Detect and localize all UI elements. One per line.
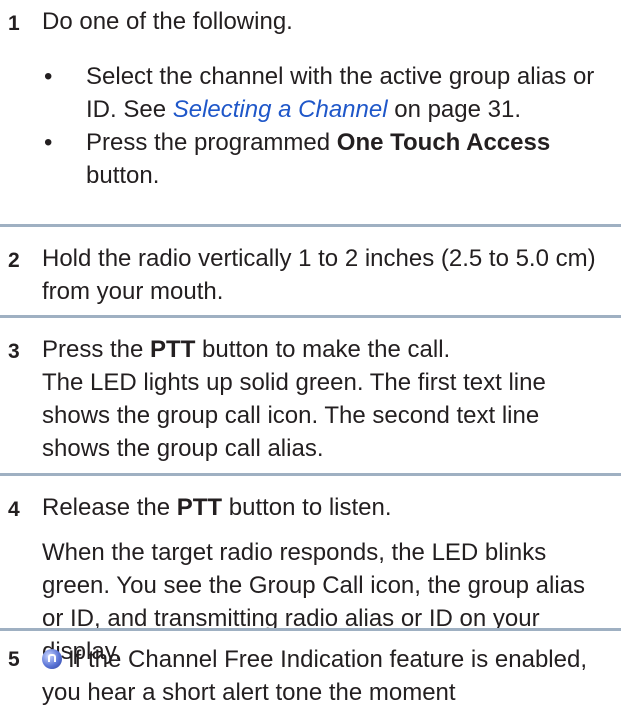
bullet-text: Press the programmed [86, 129, 337, 156]
step-number: 5 [8, 648, 20, 671]
step-action-text: Release the [42, 494, 177, 521]
step-text: If the Channel Free Indication feature i… [42, 643, 612, 709]
step-text: Hold the radio vertically 1 to 2 inches … [42, 245, 596, 305]
step-divider [0, 315, 621, 318]
bullet-item: • Select the channel with the active gro… [42, 60, 612, 126]
cross-reference-link[interactable]: Selecting a Channel [173, 96, 388, 123]
button-name: PTT [150, 336, 196, 363]
step-action-text: button to make the call. [195, 336, 451, 363]
button-name: PTT [176, 494, 223, 521]
step-divider [0, 628, 621, 631]
bullet-marker: • [44, 129, 53, 156]
step-action-text: button to listen. [222, 494, 392, 521]
step-number: 3 [8, 340, 20, 363]
step-number: 4 [8, 498, 20, 521]
step-text: Release the PTT button to listen. When t… [42, 491, 612, 668]
step-action-text: Press the [42, 336, 151, 363]
bullet-list: • Select the channel with the active gro… [42, 60, 612, 192]
button-name: One Touch Access [336, 129, 551, 156]
bullet-marker: • [44, 63, 53, 90]
step-number: 2 [8, 249, 20, 272]
step-note: If the Channel Free Indication feature i… [42, 643, 612, 709]
bullet-text: on page 31. [387, 96, 521, 123]
step-divider [0, 473, 621, 476]
step-text: Press the PTT button to make the call. T… [42, 333, 612, 465]
step-note-text: If the Channel Free Indication feature i… [42, 646, 587, 706]
step-action: Press the PTT button to make the call. [42, 333, 612, 366]
step-number: 1 [8, 12, 20, 35]
feature-icon [42, 649, 62, 669]
step-text: Do one of the following. [42, 5, 612, 38]
step-divider [0, 224, 621, 227]
bullet-item: • Press the programmed One Touch Access … [42, 126, 612, 192]
step-result: The LED lights up solid green. The first… [42, 369, 546, 462]
step-action: Release the PTT button to listen. [42, 491, 612, 524]
procedure-steps: 1 Do one of the following. • Select the … [0, 0, 621, 714]
bullet-text: button. [86, 162, 160, 189]
step-bullets: • Select the channel with the active gro… [42, 60, 612, 192]
step-intro: Do one of the following. [42, 8, 293, 35]
